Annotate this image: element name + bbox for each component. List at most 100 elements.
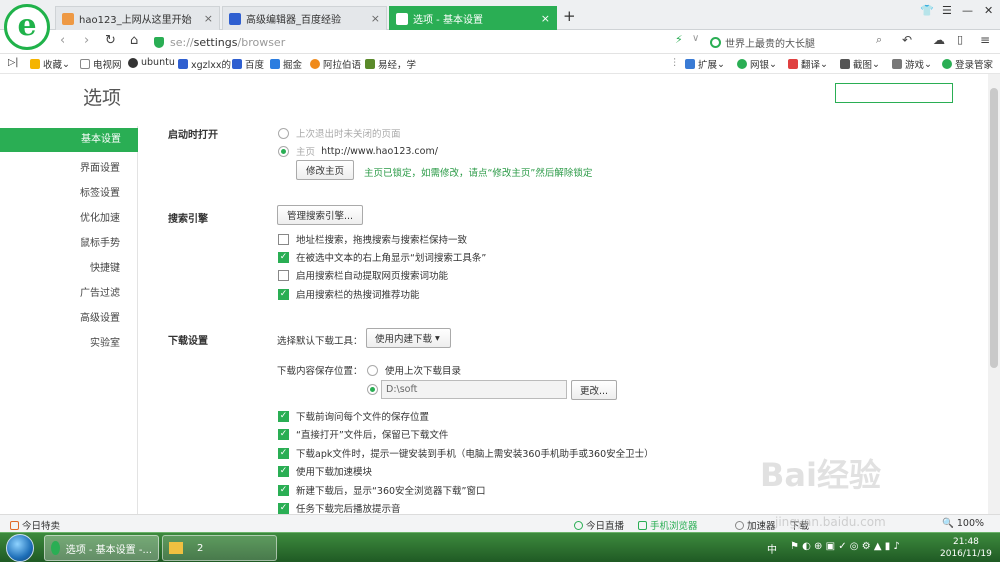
cloud-icon[interactable]: ☁ xyxy=(933,33,945,47)
mobile-browser-link[interactable]: 手机浏览器 xyxy=(638,518,698,532)
online-banking-button[interactable]: 网银 ⌄ xyxy=(737,57,777,71)
search-option-sync[interactable]: 地址栏搜索，拖拽搜索与搜索栏保持一致 xyxy=(278,232,467,246)
sidebar-item-gestures[interactable]: 鼠标手势 xyxy=(80,234,120,249)
settings-search-input[interactable] xyxy=(835,83,953,103)
translate-button[interactable]: 翻译 ⌄ xyxy=(788,57,828,71)
close-tab-icon[interactable]: × xyxy=(371,12,380,25)
more-icon[interactable]: ≡ xyxy=(980,33,990,47)
forward-icon[interactable]: › xyxy=(84,33,89,48)
taskbar-folder-window[interactable]: 2 xyxy=(162,535,277,561)
close-window-icon[interactable]: ✕ xyxy=(984,4,993,17)
system-clock[interactable]: 21:48 2016/11/19 xyxy=(940,536,992,560)
dropdown-icon[interactable]: ∨ xyxy=(692,33,699,44)
sidebar-item-shortcuts[interactable]: 快捷键 xyxy=(90,259,120,274)
lightning-icon[interactable]: ⚡ xyxy=(675,33,683,46)
sidebar-item-interface[interactable]: 界面设置 xyxy=(80,159,120,174)
download-option-accelerate[interactable]: ✓ 使用下载加速模块 xyxy=(278,464,372,478)
scrollbar-thumb[interactable] xyxy=(990,88,998,368)
games-button[interactable]: 游戏 ⌄ xyxy=(892,57,932,71)
sidebar-item-advanced[interactable]: 高级设置 xyxy=(80,309,120,324)
menu-icon[interactable]: ☰ xyxy=(942,4,952,17)
phone-icon[interactable]: ▯ xyxy=(957,33,963,46)
download-option-sound[interactable]: ✓ 任务下载完后播放提示音 xyxy=(278,501,401,515)
edit-homepage-button[interactable]: 修改主页 xyxy=(296,160,354,180)
extensions-button[interactable]: 扩展 ⌄ xyxy=(685,57,725,71)
daily-deals-link[interactable]: 今日特卖 xyxy=(10,518,60,532)
tab-label: 高级编辑器_百度经验 xyxy=(246,15,341,26)
search-option-extract[interactable]: 启用搜索栏自动提取网页搜索词功能 xyxy=(278,268,448,282)
toolbar-label: 翻译 xyxy=(801,60,821,71)
download-option-keep[interactable]: ✓ “直接打开”文件后，保留已下载文件 xyxy=(278,427,448,441)
wrench-icon xyxy=(396,12,408,25)
sidebar-item-tabs[interactable]: 标签设置 xyxy=(80,184,120,199)
skin-icon[interactable]: 👕 xyxy=(920,4,934,17)
zoom-control[interactable]: 🔍 100% xyxy=(942,518,984,529)
bookmark-yijing[interactable]: 易经，学 xyxy=(365,57,416,71)
startup-homepage-radio[interactable]: 主页 http://www.hao123.com/ xyxy=(278,144,438,158)
back-icon[interactable]: ‹ xyxy=(60,33,65,48)
download-last-dir-radio[interactable]: 使用上次下载目录 xyxy=(367,363,461,377)
live-link[interactable]: 今日直播 xyxy=(574,518,624,532)
startup-last-session-radio[interactable]: 上次退出时未关闭的页面 xyxy=(278,126,401,140)
bookmark-xgzlxx[interactable]: xgzlxx的 xyxy=(178,57,231,71)
bookmark-tv[interactable]: 电视网 xyxy=(80,57,122,71)
tray-icons[interactable]: ⚑ ◐ ⊕ ▣ ✓ ◎ ⚙ ▲ ▮ ♪ xyxy=(790,541,900,552)
homepage-url: http://www.hao123.com/ xyxy=(321,145,438,157)
sidebar-item-basic[interactable]: 基本设置 xyxy=(0,128,138,152)
login-manager-button[interactable]: 登录管家 xyxy=(942,57,993,71)
sidebar-item-lab[interactable]: 实验室 xyxy=(90,334,120,349)
ime-indicator[interactable]: 中 xyxy=(767,541,777,556)
sidebar-item-adblock[interactable]: 广告过滤 xyxy=(80,284,120,299)
bookmark-juejin[interactable]: 掘金 xyxy=(270,57,302,71)
tab-baidu-editor[interactable]: 高级编辑器_百度经验 × xyxy=(222,6,387,30)
checkbox-label: 下载前询问每个文件的保存位置 xyxy=(296,412,430,423)
bookmark-ubuntu[interactable]: ubuntu xyxy=(128,57,175,68)
radio xyxy=(367,364,378,376)
tab-hao123[interactable]: hao123_上网从这里开始 × xyxy=(55,6,220,30)
sidebar-toggle-icon[interactable]: ▷| xyxy=(8,57,19,68)
radio xyxy=(367,384,378,395)
tab-settings[interactable]: 选项 - 基本设置 × xyxy=(389,6,557,30)
checkbox: ✓ xyxy=(278,447,289,459)
home-icon[interactable]: ⌂ xyxy=(130,33,138,48)
bookmark-favorites[interactable]: 收藏 ⌄ xyxy=(30,57,70,71)
download-tool-select[interactable]: 使用内建下载 ▾ xyxy=(366,328,451,348)
scrollbar[interactable] xyxy=(988,74,1000,514)
download-option-apk[interactable]: ✓ 下载apk文件时，提示一键安装到手机（电脑上需安装360手机助手或360安全卫… xyxy=(278,446,654,460)
minimize-icon[interactable]: — xyxy=(962,4,973,17)
download-heading: 下载设置 xyxy=(168,336,208,347)
download-location-label: 下载内容保存位置： xyxy=(277,366,363,377)
undo-icon[interactable]: ↶ xyxy=(902,33,912,47)
status-label: 今日直播 xyxy=(586,521,625,532)
search-icon[interactable]: ⌕ xyxy=(876,33,882,47)
start-button[interactable] xyxy=(6,534,34,562)
search-option-hot[interactable]: ✓ 启用搜索栏的热搜词推荐功能 xyxy=(278,287,420,301)
bookmark-arabic[interactable]: 阿拉伯语 xyxy=(310,57,361,71)
windows-taskbar: 选项 - 基本设置 -... 2 中 ⚑ ◐ ⊕ ▣ ✓ ◎ ⚙ ▲ ▮ ♪ 2… xyxy=(0,532,1000,562)
address-bar: ‹ › ↻ ⌂ se://settings/browser ⚡ ∨ 世界上最贵的… xyxy=(0,30,1000,54)
accelerator-link[interactable]: 加速器 xyxy=(735,518,776,532)
close-tab-icon[interactable]: × xyxy=(204,12,213,25)
taskbar-browser-window[interactable]: 选项 - 基本设置 -... xyxy=(44,535,159,561)
checkbox: ✓ xyxy=(278,484,289,496)
manage-search-engines-button[interactable]: 管理搜索引擎... xyxy=(277,205,363,225)
url-field[interactable]: se://settings/browser xyxy=(154,33,534,51)
checkbox-label: 地址栏搜索，拖拽搜索与搜索栏保持一致 xyxy=(296,235,468,246)
settings-page: 选项 基本设置 界面设置 标签设置 优化加速 鼠标手势 快捷键 广告过滤 高级设… xyxy=(0,74,1000,515)
bookmark-baidu[interactable]: 百度 xyxy=(232,57,264,71)
new-tab-button[interactable]: + xyxy=(563,7,576,25)
download-path-field[interactable]: D:\soft xyxy=(381,380,567,399)
sidebar-item-optimize[interactable]: 优化加速 xyxy=(80,209,120,224)
search-field[interactable]: 世界上最贵的大长腿 xyxy=(710,34,890,51)
screenshot-button[interactable]: 截图 ⌄ xyxy=(840,57,880,71)
close-tab-icon[interactable]: × xyxy=(541,12,550,25)
tab-label: hao123_上网从这里开始 xyxy=(79,15,192,26)
search-option-toolbar[interactable]: ✓ 在被选中文本的右上角显示“划词搜索工具条” xyxy=(278,250,486,264)
bookmark-label: 掘金 xyxy=(283,60,303,71)
taskbar-label: 2 xyxy=(197,542,204,554)
download-option-window[interactable]: ✓ 新建下载后，显示“360安全浏览器下载”窗口 xyxy=(278,483,485,497)
change-path-button[interactable]: 更改... xyxy=(571,380,617,400)
download-option-ask[interactable]: ✓ 下载前询问每个文件的保存位置 xyxy=(278,409,429,423)
baidu-watermark-url: jingyan.baidu.com xyxy=(775,515,886,529)
refresh-icon[interactable]: ↻ xyxy=(105,33,116,48)
